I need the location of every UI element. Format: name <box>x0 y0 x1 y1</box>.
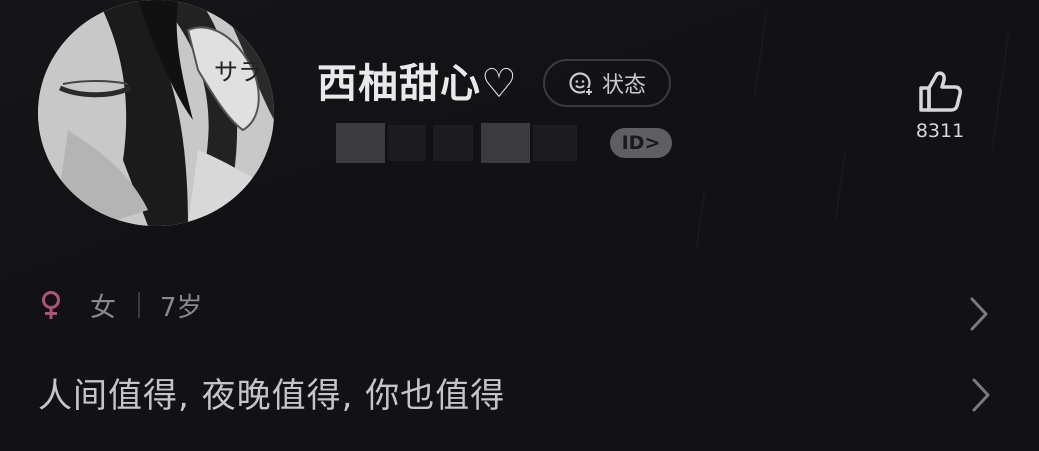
avatar[interactable]: サラ <box>38 0 274 226</box>
profile-name: 西柚甜心♡ <box>317 61 518 107</box>
profile-info-row[interactable]: 女 7岁 <box>38 283 998 327</box>
chevron-right-icon[interactable] <box>968 296 990 332</box>
thumbs-up-icon <box>919 71 962 112</box>
profile-header: サラ 西柚甜心♡ 状态 ID> 8311 女 7岁 人间值得, 夜晚值得, 你也… <box>0 0 1039 451</box>
smiley-plus-icon <box>568 70 594 96</box>
like-count: 8311 <box>915 120 965 142</box>
redacted-id-block <box>388 125 426 161</box>
status-label: 状态 <box>601 73 646 98</box>
avatar-image: サラ <box>38 0 274 226</box>
id-badge-button[interactable]: ID> <box>610 128 672 158</box>
status-button[interactable]: 状态 <box>543 59 671 107</box>
gender-text: 女 <box>90 292 117 323</box>
rain-streak <box>835 150 846 220</box>
svg-text:サラ: サラ <box>214 58 262 86</box>
redacted-id-block <box>481 123 530 163</box>
chevron-right-icon[interactable] <box>970 377 992 413</box>
age-text: 7岁 <box>160 292 203 323</box>
rain-streak <box>753 10 768 100</box>
profile-bio[interactable]: 人间值得, 夜晚值得, 你也值得 <box>38 368 505 417</box>
redacted-id-block <box>433 125 473 161</box>
redacted-id-block <box>336 123 385 163</box>
divider <box>138 292 141 318</box>
rain-streak <box>695 190 706 250</box>
redacted-id-block <box>533 125 577 161</box>
like-button[interactable]: 8311 <box>905 68 975 142</box>
rain-streak <box>991 30 1010 150</box>
female-icon <box>42 291 60 319</box>
